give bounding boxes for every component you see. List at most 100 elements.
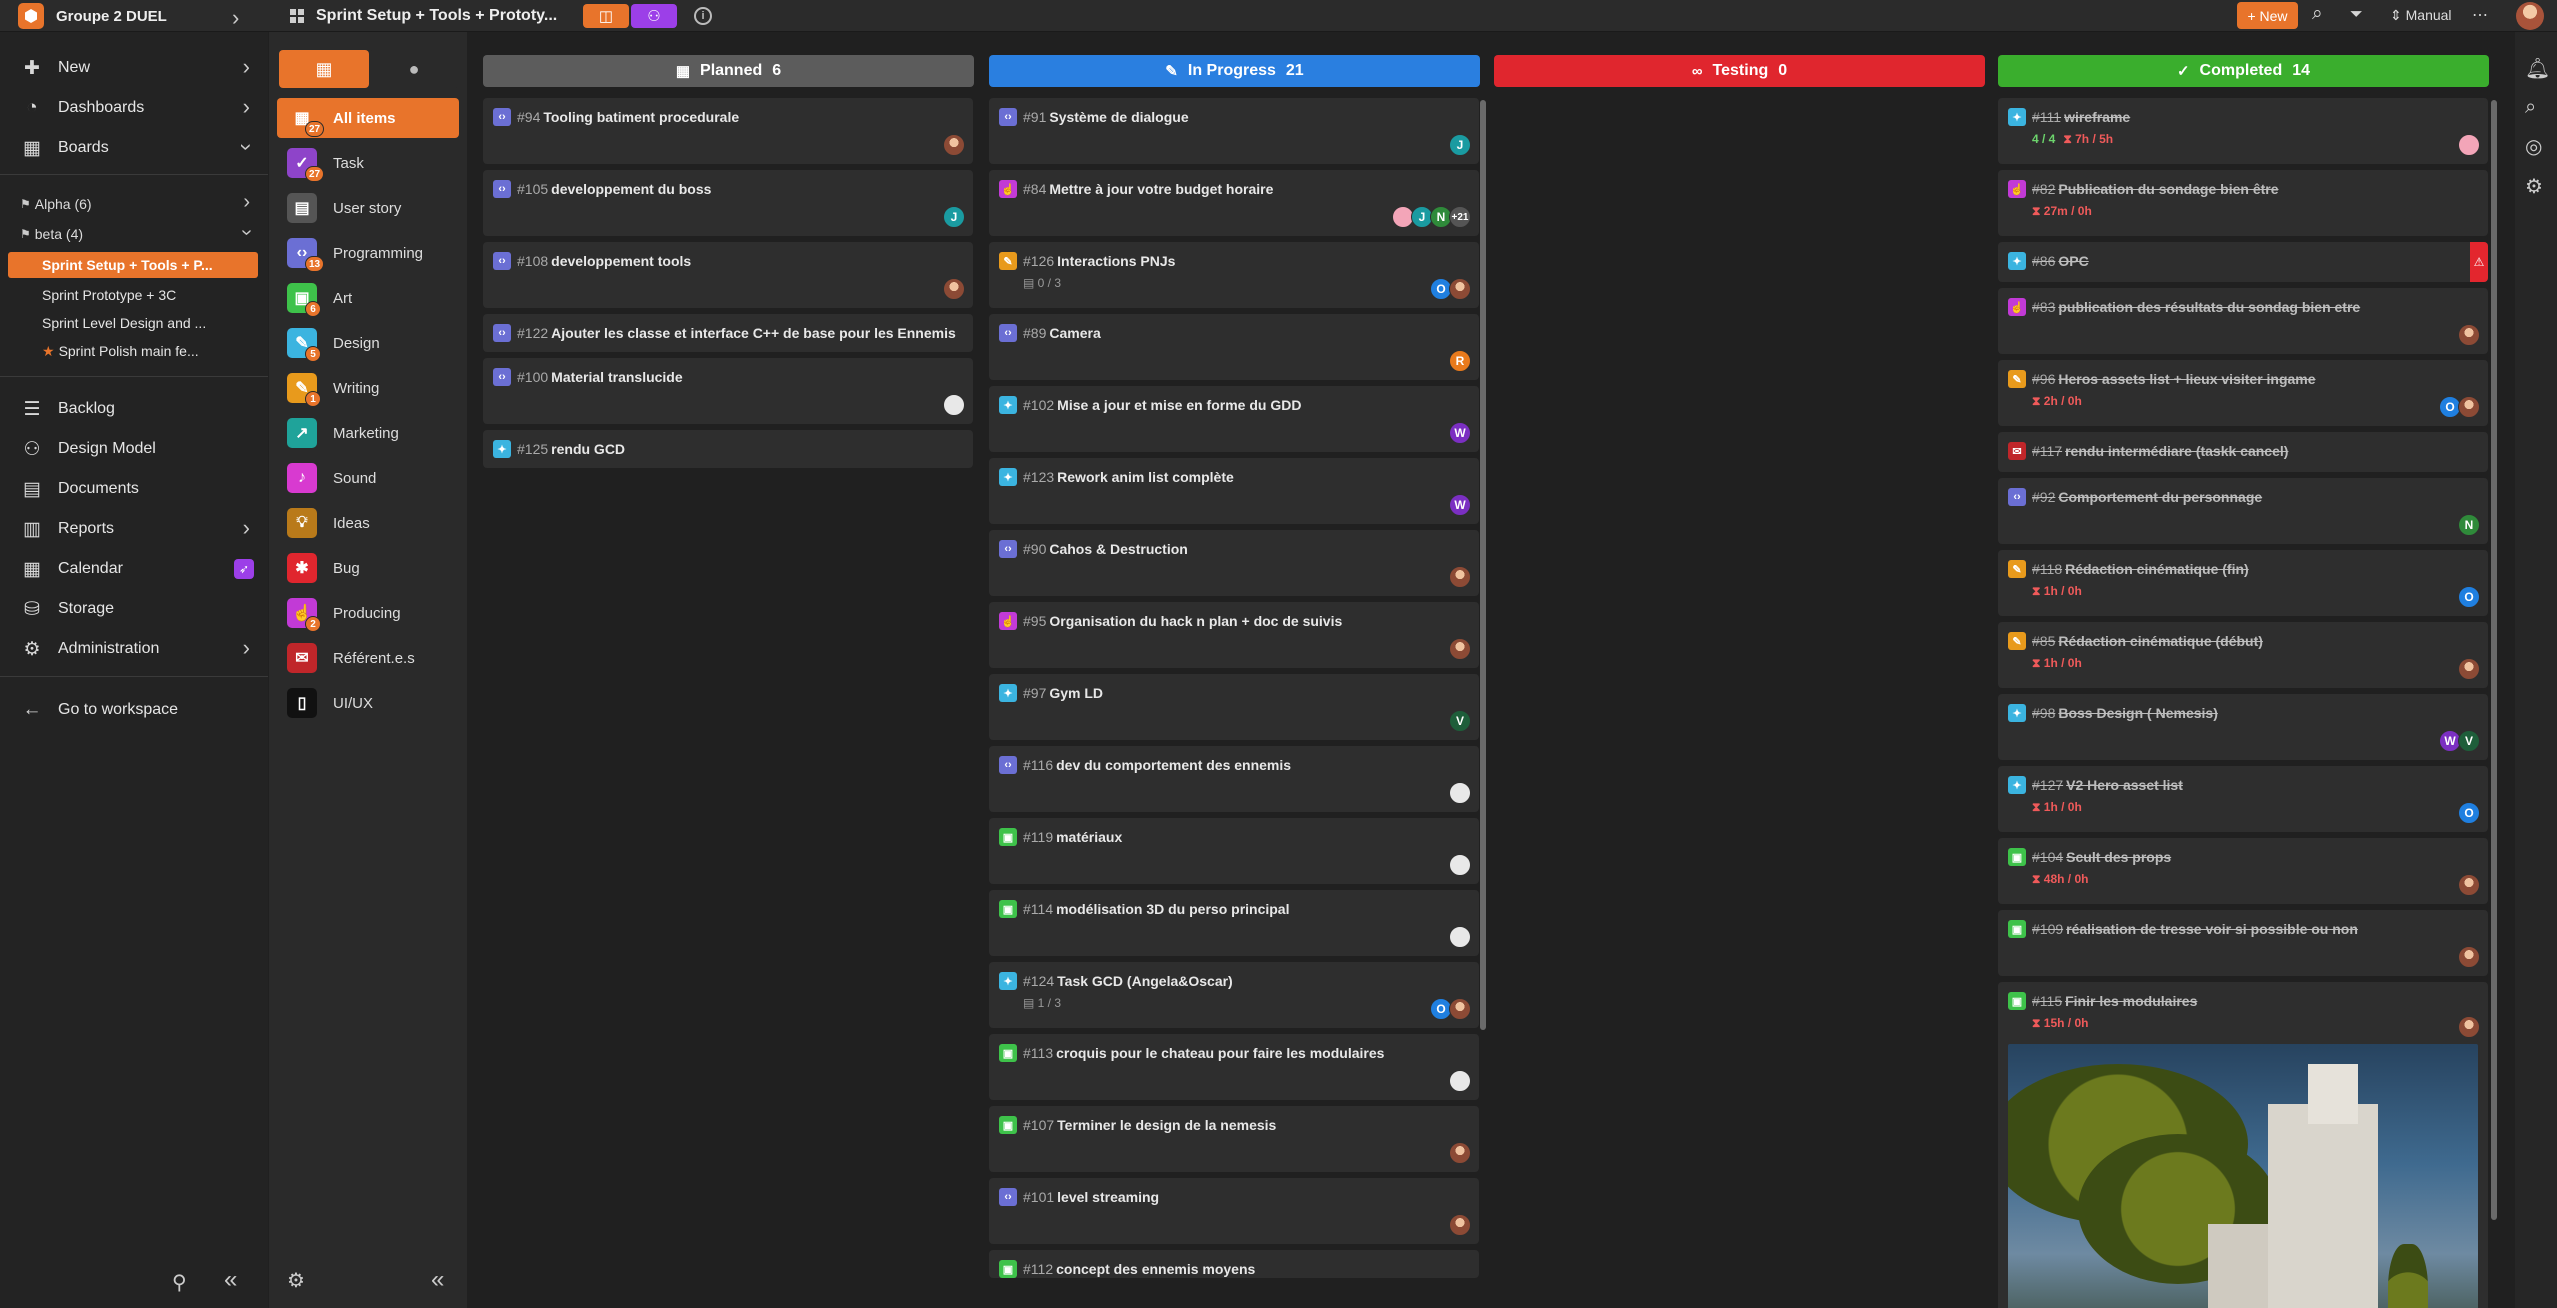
type-filter-r-f-rent-e-s[interactable]: ✉ Référent.e.s xyxy=(277,638,459,678)
task-card[interactable]: ‹› #100 Material translucide xyxy=(483,358,973,424)
task-card[interactable]: ✎ #96 Heros assets list + lieux visiter in… xyxy=(1998,360,2488,426)
type-filter-marketing[interactable]: ↗ Marketing xyxy=(277,413,459,453)
nav-reports[interactable]: ▥ Reports › xyxy=(0,511,268,547)
task-card[interactable]: ✎ #118 Rédaction cinématique (fin) ⧗ 1h / 0… xyxy=(1998,550,2488,616)
avatar[interactable] xyxy=(1449,1214,1471,1236)
type-filter-sound[interactable]: ♪ Sound xyxy=(277,458,459,498)
task-card[interactable]: ☝ #95 Organisation du hack n plan + doc de… xyxy=(989,602,1479,668)
task-card[interactable]: ✦ #86 OPC ⚠ xyxy=(1998,242,2488,282)
tab-users[interactable]: ● xyxy=(369,50,459,88)
kanban-view-button[interactable]: ◫ xyxy=(583,4,629,28)
info-icon[interactable]: i xyxy=(694,7,712,25)
avatar[interactable] xyxy=(1449,566,1471,588)
collapse-sidebar-icon[interactable]: « xyxy=(224,1266,237,1294)
scrollbar-in-progress[interactable] xyxy=(1480,100,1486,1030)
task-card[interactable]: ▣ #115 Finir les modulaires ⧗ 15h / 0h xyxy=(1998,982,2488,1308)
task-card[interactable]: ✦ #97 Gym LD V xyxy=(989,674,1479,740)
task-card[interactable]: ▣ #109 réalisation de tresse voir si possi… xyxy=(1998,910,2488,976)
avatar[interactable] xyxy=(1449,1142,1471,1164)
task-card[interactable]: ✎ #85 Rédaction cinématique (début) ⧗ 1h / … xyxy=(1998,622,2488,688)
avatar[interactable]: J xyxy=(1449,134,1471,156)
more-options-icon[interactable]: ⋯ xyxy=(2472,5,2488,25)
avatar[interactable] xyxy=(1449,926,1471,948)
avatar[interactable] xyxy=(2458,658,2480,680)
column-header-testing[interactable]: ∞ Testing 0 xyxy=(1494,55,1985,87)
type-filter-task[interactable]: ✓ 27 Task xyxy=(277,143,459,183)
task-card[interactable]: ‹› #92 Comportement du personnage N xyxy=(1998,478,2488,544)
avatar[interactable]: N xyxy=(2458,514,2480,536)
task-card[interactable]: ▣ #113 croquis pour le chateau pour faire … xyxy=(989,1034,1479,1100)
type-filter-ui-ux[interactable]: ▯ UI/UX xyxy=(277,683,459,723)
avatar[interactable]: O xyxy=(2458,802,2480,824)
gear-icon[interactable]: ⚙ xyxy=(287,1268,305,1293)
task-card[interactable]: ✦ #111 wireframe 4 / 4 ⧗ 7h / 5h xyxy=(1998,98,2488,164)
more-assignees-badge[interactable]: +21 xyxy=(1449,206,1471,228)
workspace-switcher[interactable]: Groupe 2 DUEL › xyxy=(0,0,268,32)
avatar[interactable] xyxy=(2458,946,2480,968)
tab-types[interactable]: ▦ xyxy=(279,50,369,88)
sort-mode-button[interactable]: ⇕ Manual xyxy=(2390,7,2452,24)
avatar[interactable]: R xyxy=(1449,350,1471,372)
collapse-panel-icon[interactable]: « xyxy=(431,1266,444,1294)
hierarchy-view-button[interactable]: ⚇ xyxy=(631,4,677,28)
sprint-prototype[interactable]: Sprint Prototype + 3C xyxy=(8,282,258,308)
type-filter-producing[interactable]: ☝ 2 Producing xyxy=(277,593,459,633)
avatar[interactable] xyxy=(943,394,965,416)
type-filter-bug[interactable]: ✱ Bug xyxy=(277,548,459,588)
task-card[interactable]: ▣ #107 Terminer le design de la nemesis xyxy=(989,1106,1479,1172)
type-filter-programming[interactable]: ‹› 13 Programming xyxy=(277,233,459,273)
task-card[interactable]: ‹› #108 developpement tools xyxy=(483,242,973,308)
scrollbar-completed[interactable] xyxy=(2491,100,2497,1220)
nav-storage[interactable]: ⛁ Storage xyxy=(0,591,268,627)
task-card[interactable]: ▣ #114 modélisation 3D du perso principal xyxy=(989,890,1479,956)
task-card[interactable]: ‹› #89 Camera R xyxy=(989,314,1479,380)
type-filter-user-story[interactable]: ▤ User story xyxy=(277,188,459,228)
avatar[interactable]: W xyxy=(1449,494,1471,516)
task-card[interactable]: ✦ #125 rendu GCD xyxy=(483,430,973,468)
type-filter-art[interactable]: ▣ 6 Art xyxy=(277,278,459,318)
task-card[interactable]: ✦ #123 Rework anim list complète W xyxy=(989,458,1479,524)
column-header-completed[interactable]: ✓ Completed 14 xyxy=(1998,55,2489,87)
search-icon[interactable]: ⌕ xyxy=(2525,96,2536,119)
task-card[interactable]: ✦ #98 Boss Design ( Nemesis) W V xyxy=(1998,694,2488,760)
sprint-polish[interactable]: ★ Sprint Polish main fe... xyxy=(8,338,258,364)
avatar[interactable] xyxy=(1449,638,1471,660)
task-card[interactable]: ☝ #82 Publication du sondage bien être ⧗ 27… xyxy=(1998,170,2488,236)
column-header-in-progress[interactable]: ✎ In Progress 21 xyxy=(989,55,1480,87)
new-button[interactable]: + New xyxy=(2237,2,2298,29)
task-card[interactable]: ✉ #117 rendu intermédiare (taskk cancel) xyxy=(1998,432,2488,472)
avatar[interactable]: W xyxy=(1449,422,1471,444)
avatar[interactable] xyxy=(1449,998,1471,1020)
sprint-level-design[interactable]: Sprint Level Design and ... xyxy=(8,310,258,336)
type-filter-ideas[interactable]: 💡︎ Ideas xyxy=(277,503,459,543)
pin-icon[interactable]: ⚲ xyxy=(172,1270,187,1295)
avatar[interactable]: J xyxy=(943,206,965,228)
task-card[interactable]: ☝ #84 Mettre à jour votre budget horaire J N… xyxy=(989,170,1479,236)
avatar[interactable]: V xyxy=(1449,710,1471,732)
warning-icon[interactable]: ⚠ xyxy=(2470,242,2488,282)
task-card[interactable]: ▣ #112 concept des ennemis moyens xyxy=(989,1250,1479,1278)
task-card[interactable]: ‹› #90 Cahos & Destruction xyxy=(989,530,1479,596)
avatar[interactable]: O xyxy=(2458,586,2480,608)
avatar[interactable] xyxy=(2458,1016,2480,1038)
column-header-planned[interactable]: ▦ Planned 6 xyxy=(483,55,974,87)
nav-design-model[interactable]: ⚇ Design Model xyxy=(0,431,268,467)
avatar[interactable] xyxy=(943,134,965,156)
task-card[interactable]: ▣ #104 Scult des props ⧗ 48h / 0h xyxy=(1998,838,2488,904)
gear-icon[interactable]: ⚙ xyxy=(2525,174,2543,199)
task-card[interactable]: ‹› #91 Système de dialogue J xyxy=(989,98,1479,164)
search-icon[interactable]: ⌕ xyxy=(2312,3,2323,25)
avatar[interactable] xyxy=(1449,1070,1471,1092)
task-card[interactable]: ‹› #101 level streaming xyxy=(989,1178,1479,1244)
nav-boards[interactable]: ▦ Boards › xyxy=(0,130,268,166)
avatar[interactable] xyxy=(2458,324,2480,346)
board-beta[interactable]: ⚑ beta (4) › xyxy=(0,220,268,248)
nav-dashboards[interactable]: ◔ Dashboards › xyxy=(0,90,268,126)
task-card[interactable]: ‹› #122 Ajouter les classe et interface C+… xyxy=(483,314,973,352)
bell-icon[interactable]: 🔔︎ xyxy=(2525,56,2550,81)
task-card[interactable]: ‹› #105 developpement du boss J xyxy=(483,170,973,236)
avatar[interactable] xyxy=(2458,396,2480,418)
attachment-thumbnail[interactable] xyxy=(2008,1044,2478,1308)
avatar[interactable]: V xyxy=(2458,730,2480,752)
type-filter-design[interactable]: ✎ 5 Design xyxy=(277,323,459,363)
